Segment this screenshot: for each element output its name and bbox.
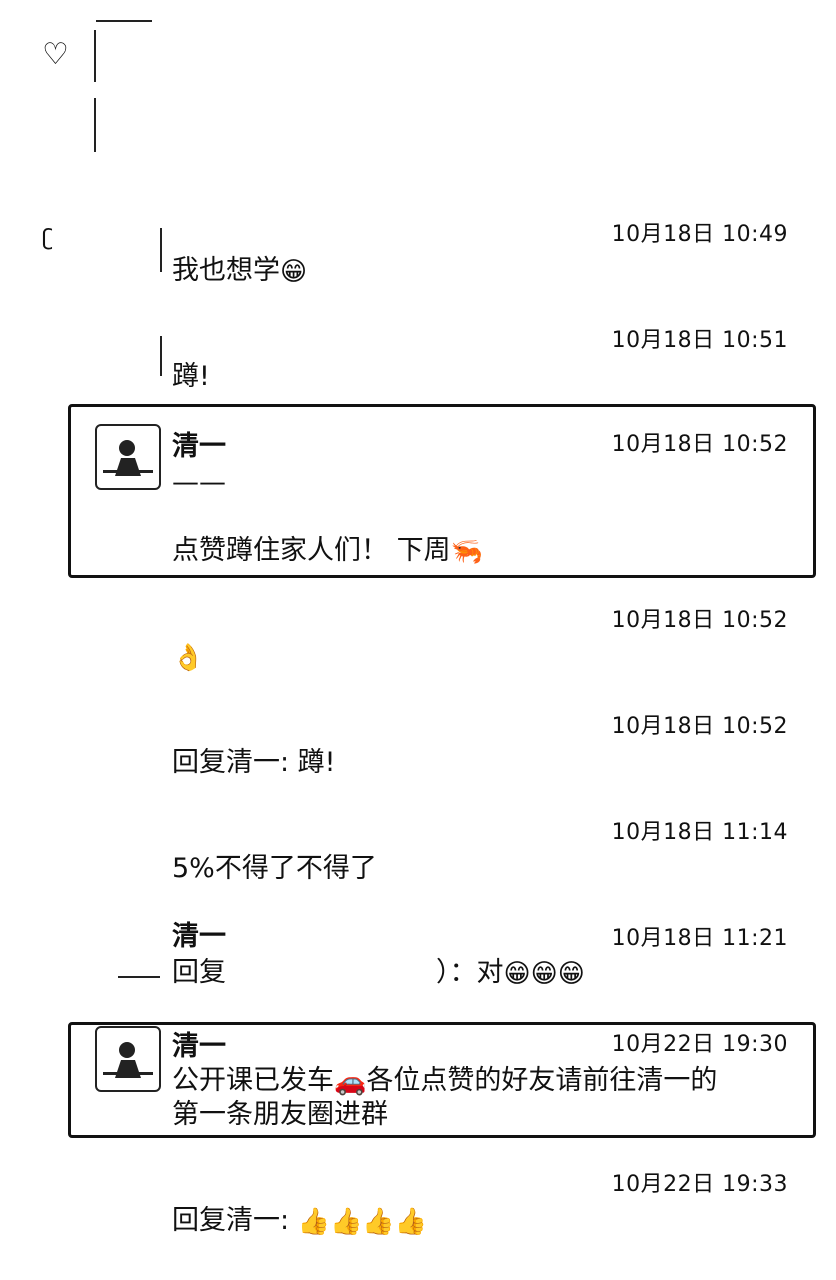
comment-text: 回复清一: 蹲! (172, 747, 336, 778)
comment-text: 点赞蹲住家人们！ 下周 (172, 535, 451, 566)
avatar[interactable] (95, 1026, 161, 1092)
comment-text: ）：对 (436, 957, 504, 988)
commenter-name[interactable]: 清一 (172, 1024, 226, 1063)
timestamp: 10月18日 10:52 (611, 432, 788, 457)
comment-text: 我也想学 (172, 255, 280, 286)
comment-text: 回复 ）：对😁😁😁 (172, 956, 585, 991)
grin-emoji-icon: 😁😁😁 (503, 958, 585, 989)
comment-text: 回复 (172, 957, 226, 988)
comment-text: 回复清一: (172, 1205, 298, 1236)
ok-hand-emoji-icon: 👌 (172, 642, 205, 673)
timestamp: 10月18日 10:52 (611, 608, 788, 633)
thumbs-up-emoji-icon: 👍👍👍👍 (297, 1206, 428, 1237)
person-icon (103, 1042, 153, 1078)
avatar (160, 228, 162, 272)
comment-text: 蹲! (172, 361, 210, 392)
divider (94, 98, 96, 152)
comment-text: 第一条朋友圈进群 (172, 1099, 388, 1130)
comment-text: 5%不得了不得了 (172, 853, 377, 884)
divider (94, 30, 96, 82)
avatar[interactable] (95, 424, 161, 490)
comment-text: 回复清一: 👍👍👍👍 (172, 1204, 427, 1239)
car-emoji-icon: 🚗 (334, 1066, 367, 1097)
timestamp: 10月22日 19:33 (611, 1172, 788, 1197)
heart-icon[interactable]: ♡ (42, 40, 69, 70)
comment-text: 我也想学😁 (172, 254, 307, 289)
comment-text: 公开课已发车🚗各位点赞的好友请前往清一的 (172, 1064, 717, 1099)
comment-text: —— (172, 467, 226, 498)
timestamp: 10月18日 10:49 (611, 222, 788, 247)
avatar (160, 336, 162, 376)
comment-text: 点赞蹲住家人们！ 下周🦐 (172, 534, 483, 569)
divider (118, 976, 160, 978)
person-icon (103, 440, 153, 476)
commenter-name[interactable]: 清一 (172, 914, 226, 953)
comment-text: 👌 (172, 640, 204, 675)
comment-text: 公开课已发车 (172, 1065, 334, 1096)
shrimp-emoji-icon: 🦐 (450, 536, 483, 567)
timestamp: 10月18日 10:51 (611, 328, 788, 353)
timestamp: 10月22日 19:30 (611, 1032, 788, 1057)
comment-icon[interactable]: ʗ (42, 226, 53, 251)
timestamp: 10月18日 10:52 (611, 714, 788, 739)
timestamp: 10月18日 11:14 (611, 820, 788, 845)
commenter-name[interactable]: 清一 (172, 424, 226, 463)
timestamp: 10月18日 11:21 (611, 926, 788, 951)
divider (96, 20, 152, 22)
grin-emoji-icon: 😁 (280, 256, 308, 287)
comment-text: 各位点赞的好友请前往清一的 (366, 1065, 718, 1096)
